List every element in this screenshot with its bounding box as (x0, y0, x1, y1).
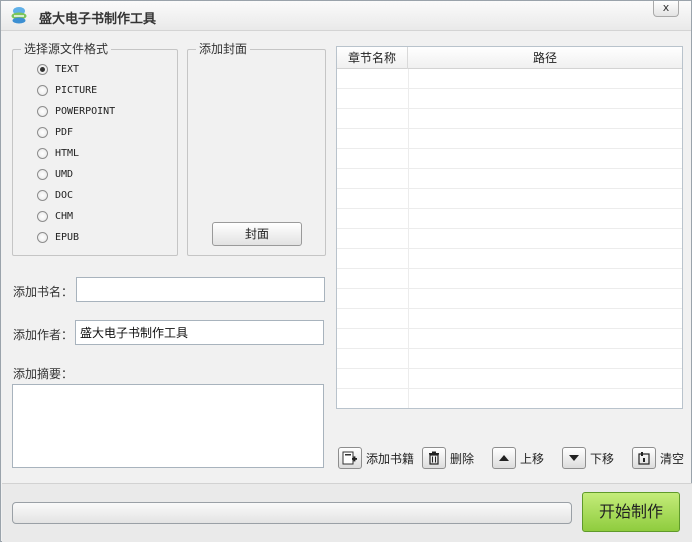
radio-button[interactable] (37, 105, 48, 117)
table-row (337, 109, 682, 129)
table-row (337, 189, 682, 209)
trash-icon (422, 447, 446, 469)
delete-label: 删除 (450, 451, 475, 466)
app-window: 盛大电子书制作工具 x 选择源文件格式 TEXT PICTURE POWERPOIN… (0, 0, 692, 542)
radio-button[interactable] (37, 189, 48, 201)
close-button[interactable]: x (653, 1, 679, 17)
table-header: 章节名称 路径 (337, 47, 682, 69)
format-option-epub[interactable]: EPUB (37, 229, 79, 245)
move-up-label: 上移 (520, 451, 545, 466)
format-option-html[interactable]: HTML (37, 145, 79, 161)
table-row (337, 249, 682, 269)
table-row (337, 69, 682, 89)
table-row (337, 349, 682, 369)
author-label: 添加作者： (13, 328, 74, 342)
format-option-label: TEXT (55, 63, 80, 75)
table-row (337, 129, 682, 149)
window-title: 盛大电子书制作工具 (39, 12, 157, 27)
format-option-text[interactable]: TEXT (37, 61, 79, 77)
format-option-label: UMD (55, 168, 74, 180)
column-chapter-name[interactable]: 章节名称 (337, 47, 408, 69)
format-option-label: POWERPOINT (55, 105, 116, 117)
move-down-button[interactable]: 下移 (562, 446, 614, 470)
format-option-label: DOC (55, 189, 74, 201)
cover-group: 添加封面 封面 (187, 42, 326, 256)
summary-textarea[interactable] (12, 384, 324, 468)
format-option-chm[interactable]: CHM (37, 208, 73, 224)
radio-button[interactable] (37, 231, 48, 243)
radio-button[interactable] (37, 168, 48, 180)
format-option-powerpoint[interactable]: POWERPOINT (37, 103, 115, 119)
move-up-button[interactable]: 上移 (492, 446, 544, 470)
table-row (337, 269, 682, 289)
table-row (337, 169, 682, 189)
title-bar: 盛大电子书制作工具 x (1, 1, 691, 31)
format-option-umd[interactable]: UMD (37, 166, 73, 182)
author-input[interactable]: 盛大电子书制作工具 (75, 320, 324, 345)
table-row (337, 389, 682, 408)
radio-button[interactable] (37, 63, 48, 75)
radio-button[interactable] (37, 126, 48, 138)
table-row (337, 209, 682, 229)
source-format-legend: 选择源文件格式 (21, 42, 112, 56)
clear-icon (632, 447, 656, 469)
clear-button[interactable]: 清空 (632, 446, 684, 470)
move-down-label: 下移 (590, 451, 615, 466)
book-name-label: 添加书名： (13, 285, 74, 299)
add-book-button[interactable]: 添加书籍 (338, 446, 414, 470)
chapter-table[interactable]: 章节名称 路径 (336, 46, 683, 409)
add-book-label: 添加书籍 (366, 451, 415, 466)
format-option-label: PDF (55, 126, 74, 138)
format-option-label: EPUB (55, 231, 80, 243)
format-option-picture[interactable]: PICTURE (37, 82, 97, 98)
table-row (337, 229, 682, 249)
radio-button[interactable] (37, 84, 48, 96)
format-option-label: HTML (55, 147, 80, 159)
delete-button[interactable]: 删除 (422, 446, 474, 470)
table-row (337, 329, 682, 349)
summary-label: 添加摘要： (13, 367, 74, 381)
format-option-doc[interactable]: DOC (37, 187, 73, 203)
column-path[interactable]: 路径 (408, 47, 682, 69)
start-button[interactable]: 开始制作 (582, 492, 680, 532)
table-row (337, 149, 682, 169)
format-option-label: CHM (55, 210, 74, 222)
arrow-up-icon (492, 447, 516, 469)
cover-button[interactable]: 封面 (212, 222, 302, 246)
format-option-label: PICTURE (55, 84, 98, 96)
arrow-down-icon (562, 447, 586, 469)
table-row (337, 89, 682, 109)
book-name-input[interactable] (76, 277, 325, 302)
table-row (337, 369, 682, 389)
table-row (337, 289, 682, 309)
format-option-pdf[interactable]: PDF (37, 124, 73, 140)
progress-bar (12, 502, 572, 524)
source-format-group: 选择源文件格式 TEXT PICTURE POWERPOINT PDF HTML UMD D… (12, 42, 178, 256)
cloud-book-icon (11, 7, 27, 24)
cover-legend: 添加封面 (196, 42, 251, 56)
clear-label: 清空 (660, 451, 685, 466)
radio-button[interactable] (37, 210, 48, 222)
radio-button[interactable] (37, 147, 48, 159)
add-book-icon (338, 447, 362, 469)
table-row (337, 309, 682, 329)
